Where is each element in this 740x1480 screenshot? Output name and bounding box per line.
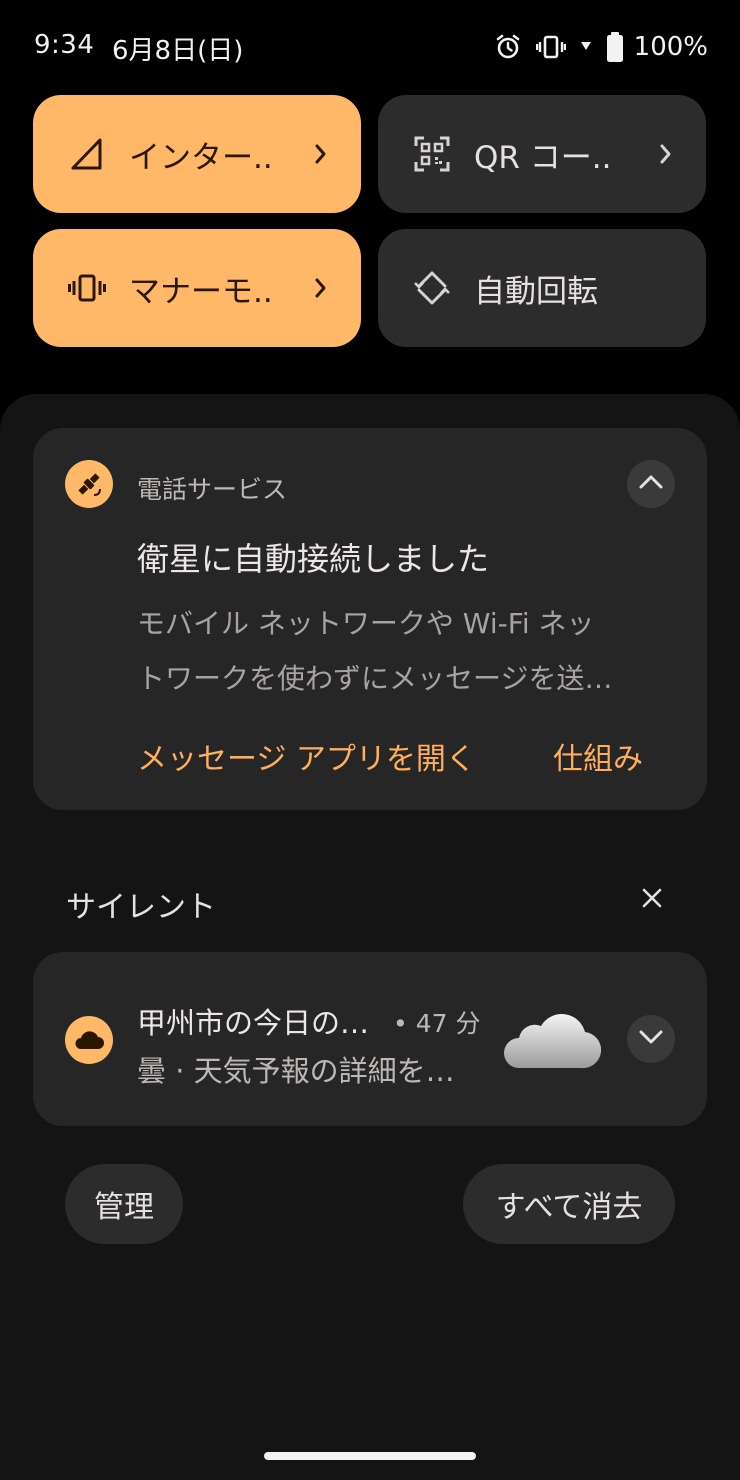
clear-all-button[interactable]: すべて消去 bbox=[463, 1164, 675, 1244]
tile-qr-code-label: QR コー.. bbox=[474, 139, 612, 176]
chevron-up-icon bbox=[638, 473, 664, 495]
tile-qr-code[interactable]: QR コー.. bbox=[378, 95, 706, 213]
close-icon bbox=[641, 887, 663, 913]
rotate-icon bbox=[412, 268, 452, 308]
weather-title: 甲州市の今日の… bbox=[137, 1006, 370, 1040]
weather-timestamp: • 47 分 bbox=[393, 1009, 481, 1038]
cloud-weather-image bbox=[501, 1004, 602, 1074]
notification-body: モバイル ネットワークや Wi-Fi ネッ トワークを使わずにメッセージを送… bbox=[137, 596, 685, 706]
cloud-icon bbox=[65, 1016, 113, 1064]
chevron-right-icon bbox=[311, 274, 331, 302]
tile-silent-mode-label: マナーモ.. bbox=[129, 273, 273, 310]
tile-auto-rotate-label: 自動回転 bbox=[474, 273, 598, 310]
tile-auto-rotate[interactable]: 自動回転 bbox=[378, 229, 706, 347]
status-time: 9:34 bbox=[34, 30, 95, 60]
tile-silent-mode[interactable]: マナーモ.. bbox=[33, 229, 361, 347]
vibrate-icon bbox=[67, 268, 107, 308]
chevron-down-icon bbox=[638, 1028, 664, 1050]
notification-title: 衛星に自動接続しました bbox=[137, 540, 490, 578]
satellite-notification-card[interactable]: 電話サービス 衛星に自動接続しました モバイル ネットワークや Wi-Fi ネッ… bbox=[33, 428, 707, 810]
status-icons: 100% bbox=[494, 28, 708, 66]
battery-full-icon bbox=[606, 32, 624, 62]
app-name: 電話サービス bbox=[137, 475, 288, 504]
vibrate-icon bbox=[535, 34, 566, 60]
wifi-charging-icon bbox=[580, 40, 592, 54]
open-messages-button[interactable]: メッセージ アプリを開く bbox=[137, 734, 476, 778]
chevron-right-icon bbox=[311, 140, 331, 168]
chevron-right-icon bbox=[656, 140, 676, 168]
notification-body-line: モバイル ネットワークや Wi-Fi ネッ bbox=[137, 607, 595, 640]
status-bar: 9:34 6月8日(日) 100% bbox=[0, 0, 740, 96]
weather-body: 曇 · 天気予報の詳細を… bbox=[137, 1054, 455, 1088]
weather-notification-card[interactable]: 甲州市の今日の… • 47 分 曇 · 天気予報の詳細を… bbox=[33, 952, 707, 1126]
battery-percent: 100% bbox=[633, 32, 708, 62]
qr-code-icon bbox=[412, 134, 452, 174]
clear-silent-button[interactable] bbox=[636, 884, 668, 916]
tile-internet-label: インター.. bbox=[129, 139, 273, 176]
status-date: 6月8日(日) bbox=[112, 36, 244, 66]
satellite-icon bbox=[65, 460, 113, 508]
manage-button[interactable]: 管理 bbox=[65, 1164, 183, 1244]
signal-icon bbox=[67, 134, 107, 174]
collapse-button[interactable] bbox=[627, 460, 675, 508]
tile-internet[interactable]: インター.. bbox=[33, 95, 361, 213]
how-it-works-button[interactable]: 仕組み bbox=[553, 734, 643, 778]
expand-button[interactable] bbox=[627, 1015, 675, 1063]
silent-section-header: サイレント bbox=[66, 890, 216, 925]
home-indicator[interactable] bbox=[264, 1452, 476, 1460]
alarm-icon bbox=[494, 33, 522, 61]
notification-body-line: トワークを使わずにメッセージを送… bbox=[137, 662, 613, 695]
